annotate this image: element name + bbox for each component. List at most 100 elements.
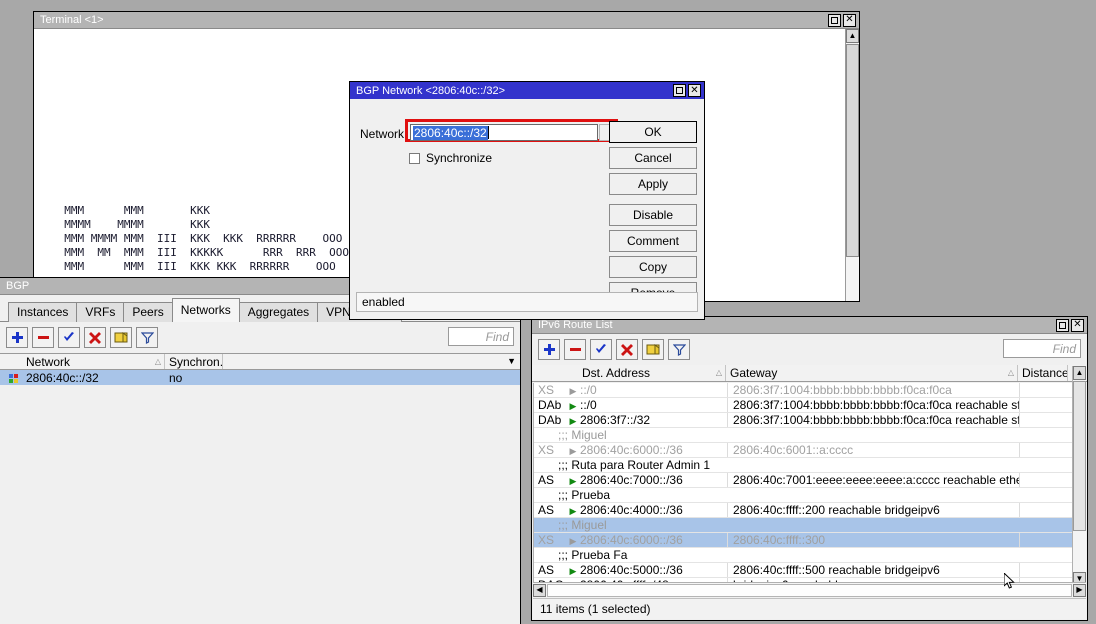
routes-title: IPv6 Route List bbox=[538, 319, 1056, 331]
cell-dst-address: 2806:40c:6000::/36 bbox=[580, 533, 728, 547]
close-icon[interactable]: ✕ bbox=[688, 84, 701, 97]
copy-button[interactable]: Copy bbox=[609, 256, 697, 278]
dialog-buttons: OK Cancel Apply Disable Comment Copy Rem… bbox=[609, 121, 697, 308]
scrollbar-thumb[interactable] bbox=[1073, 381, 1086, 531]
scrollbar-thumb[interactable] bbox=[846, 44, 859, 257]
sort-asc-icon: △ bbox=[1008, 368, 1014, 377]
disable-button[interactable]: Disable bbox=[609, 204, 697, 226]
tab-networks[interactable]: Networks bbox=[172, 298, 240, 322]
col-dst-address[interactable]: Dst. Address △ bbox=[578, 365, 726, 381]
bgp-network-dialog[interactable]: BGP Network <2806:40c::/32> ✕ Network: 2… bbox=[349, 81, 705, 320]
bgp-grid-body[interactable]: 2806:40c::/32 no bbox=[0, 370, 520, 385]
table-row[interactable]: XS ▶ 2806:40c:6000::/36 2806:40c:ffff::3… bbox=[534, 533, 1072, 548]
table-row[interactable]: 2806:40c::/32 no bbox=[0, 370, 520, 385]
routes-window-controls: ✕ bbox=[1056, 319, 1087, 332]
bgp-col-network[interactable]: Network △ bbox=[22, 354, 165, 369]
cancel-button[interactable]: Cancel bbox=[609, 147, 697, 169]
enable-button[interactable] bbox=[590, 339, 612, 360]
bgp-find-input[interactable]: Find bbox=[448, 327, 514, 346]
terminal-titlebar[interactable]: Terminal <1> ✕ bbox=[34, 12, 859, 29]
route-active-icon: ▶ bbox=[566, 533, 580, 547]
maximize-icon[interactable] bbox=[1056, 319, 1069, 332]
disable-button[interactable] bbox=[84, 327, 106, 348]
scroll-up-icon[interactable]: ▲ bbox=[846, 29, 859, 43]
table-row[interactable]: AS ▶ 2806:40c:7000::/36 2806:40c:7001:ee… bbox=[534, 473, 1072, 488]
cell-dst-address: 2806:40c:7000::/36 bbox=[580, 473, 728, 487]
bgp-window[interactable]: BGP Instances VRFs Peers Networks Aggreg… bbox=[0, 277, 521, 624]
col-gateway[interactable]: Gateway △ bbox=[726, 365, 1018, 381]
cell-gateway: 2806:3f7:1004:bbbb:bbbb:bbbb:f0ca:f0ca bbox=[728, 383, 1020, 397]
col-distance[interactable]: Distance bbox=[1018, 365, 1068, 381]
scroll-right-icon[interactable]: ▶ bbox=[1073, 584, 1086, 597]
chevron-down-icon[interactable]: ▼ bbox=[507, 356, 516, 366]
comment-row[interactable]: ;;; Prueba Fa bbox=[534, 548, 1072, 563]
route-active-icon: ▶ bbox=[566, 413, 580, 427]
routes-grid-body[interactable]: XS ▶ ::/0 2806:3f7:1004:bbbb:bbbb:bbbb:f… bbox=[533, 383, 1072, 586]
cell-flags: XS bbox=[534, 533, 566, 547]
table-row[interactable]: DAb ▶ 2806:3f7::/32 2806:3f7:1004:bbbb:b… bbox=[534, 413, 1072, 428]
routes-find-input[interactable]: Find bbox=[1003, 339, 1081, 358]
close-icon[interactable]: ✕ bbox=[1071, 319, 1084, 332]
table-row[interactable]: AS ▶ 2806:40c:4000::/36 2806:40c:ffff::2… bbox=[534, 503, 1072, 518]
tab-instances[interactable]: Instances bbox=[8, 302, 77, 322]
terminal-banner: MMM MMM KKK MMMM MMMM KKK MMM MMMM MMM I… bbox=[51, 204, 349, 274]
cell-flags: XS bbox=[534, 443, 566, 457]
dialog-titlebar[interactable]: BGP Network <2806:40c::/32> ✕ bbox=[350, 82, 704, 99]
dialog-status-bar: enabled bbox=[356, 292, 698, 312]
table-row[interactable]: XS ▶ ::/0 2806:3f7:1004:bbbb:bbbb:bbbb:f… bbox=[534, 383, 1072, 398]
remove-button[interactable] bbox=[32, 327, 54, 348]
apply-button[interactable]: Apply bbox=[609, 173, 697, 195]
table-row[interactable]: XS ▶ 2806:40c:6000::/36 2806:40c:6001::a… bbox=[534, 443, 1072, 458]
tab-aggregates[interactable]: Aggregates bbox=[239, 302, 318, 322]
maximize-icon[interactable] bbox=[828, 14, 841, 27]
scrollbar-thumb[interactable] bbox=[547, 584, 1072, 597]
network-label: Network: bbox=[360, 127, 407, 141]
network-input[interactable]: 2806:40c::/32 bbox=[410, 124, 598, 141]
add-button[interactable] bbox=[6, 327, 28, 348]
bgp-col-icon bbox=[0, 354, 22, 369]
enable-button[interactable] bbox=[58, 327, 80, 348]
disable-button[interactable] bbox=[616, 339, 638, 360]
cell-flags: AS bbox=[534, 563, 566, 577]
ok-button[interactable]: OK bbox=[609, 121, 697, 143]
route-active-icon: ▶ bbox=[566, 473, 580, 487]
scroll-left-icon[interactable]: ◀ bbox=[533, 584, 546, 597]
comment-row[interactable]: ;;; Ruta para Router Admin 1 bbox=[534, 458, 1072, 473]
close-icon[interactable]: ✕ bbox=[843, 14, 856, 27]
comment-row[interactable]: ;;; Miguel bbox=[534, 518, 1072, 533]
routes-vertical-scrollbar[interactable]: ▲ ▼ bbox=[1072, 366, 1086, 586]
tab-peers[interactable]: Peers bbox=[123, 302, 172, 322]
filter-button[interactable] bbox=[668, 339, 690, 360]
comment-button[interactable]: Comment bbox=[609, 230, 697, 252]
comment-row[interactable]: ;;; Prueba bbox=[534, 488, 1072, 503]
synchronize-checkbox[interactable] bbox=[409, 153, 420, 164]
route-active-icon: ▶ bbox=[566, 383, 580, 397]
filter-button[interactable] bbox=[136, 327, 158, 348]
terminal-window-controls: ✕ bbox=[828, 14, 859, 27]
col-flags bbox=[532, 365, 578, 381]
cell-gateway: 2806:3f7:1004:bbbb:bbbb:bbbb:f0ca:f0ca r… bbox=[728, 398, 1020, 412]
tab-vrfs[interactable]: VRFs bbox=[76, 302, 124, 322]
table-row[interactable]: DAb ▶ ::/0 2806:3f7:1004:bbbb:bbbb:bbbb:… bbox=[534, 398, 1072, 413]
comment-button[interactable] bbox=[110, 327, 132, 348]
dialog-window-controls: ✕ bbox=[673, 84, 704, 97]
bgp-toolbar[interactable]: Find bbox=[0, 322, 520, 353]
comment-button[interactable] bbox=[642, 339, 664, 360]
maximize-icon[interactable] bbox=[673, 84, 686, 97]
routes-toolbar[interactable]: Find bbox=[532, 334, 1087, 365]
add-button[interactable] bbox=[538, 339, 560, 360]
cell-flags: XS bbox=[534, 383, 566, 397]
bgp-col-synchronize[interactable]: Synchron... bbox=[165, 354, 223, 369]
comment-row[interactable]: ;;; Miguel bbox=[534, 428, 1072, 443]
table-row[interactable]: AS ▶ 2806:40c:5000::/36 2806:40c:ffff::5… bbox=[534, 563, 1072, 578]
mouse-cursor bbox=[1004, 573, 1016, 591]
remove-button[interactable] bbox=[564, 339, 586, 360]
route-active-icon: ▶ bbox=[566, 563, 580, 577]
cell-gateway: 2806:40c:ffff::300 bbox=[728, 533, 1020, 547]
network-input-value: 2806:40c::/32 bbox=[413, 126, 488, 140]
dialog-body: Network: 2806:40c::/32 Synchronize OK Ca… bbox=[350, 99, 704, 319]
terminal-scrollbar[interactable]: ▲ bbox=[845, 29, 859, 301]
synchronize-checkbox-wrap[interactable]: Synchronize bbox=[409, 151, 492, 165]
text-caret bbox=[488, 126, 489, 139]
scroll-up-icon[interactable]: ▲ bbox=[1073, 366, 1086, 380]
